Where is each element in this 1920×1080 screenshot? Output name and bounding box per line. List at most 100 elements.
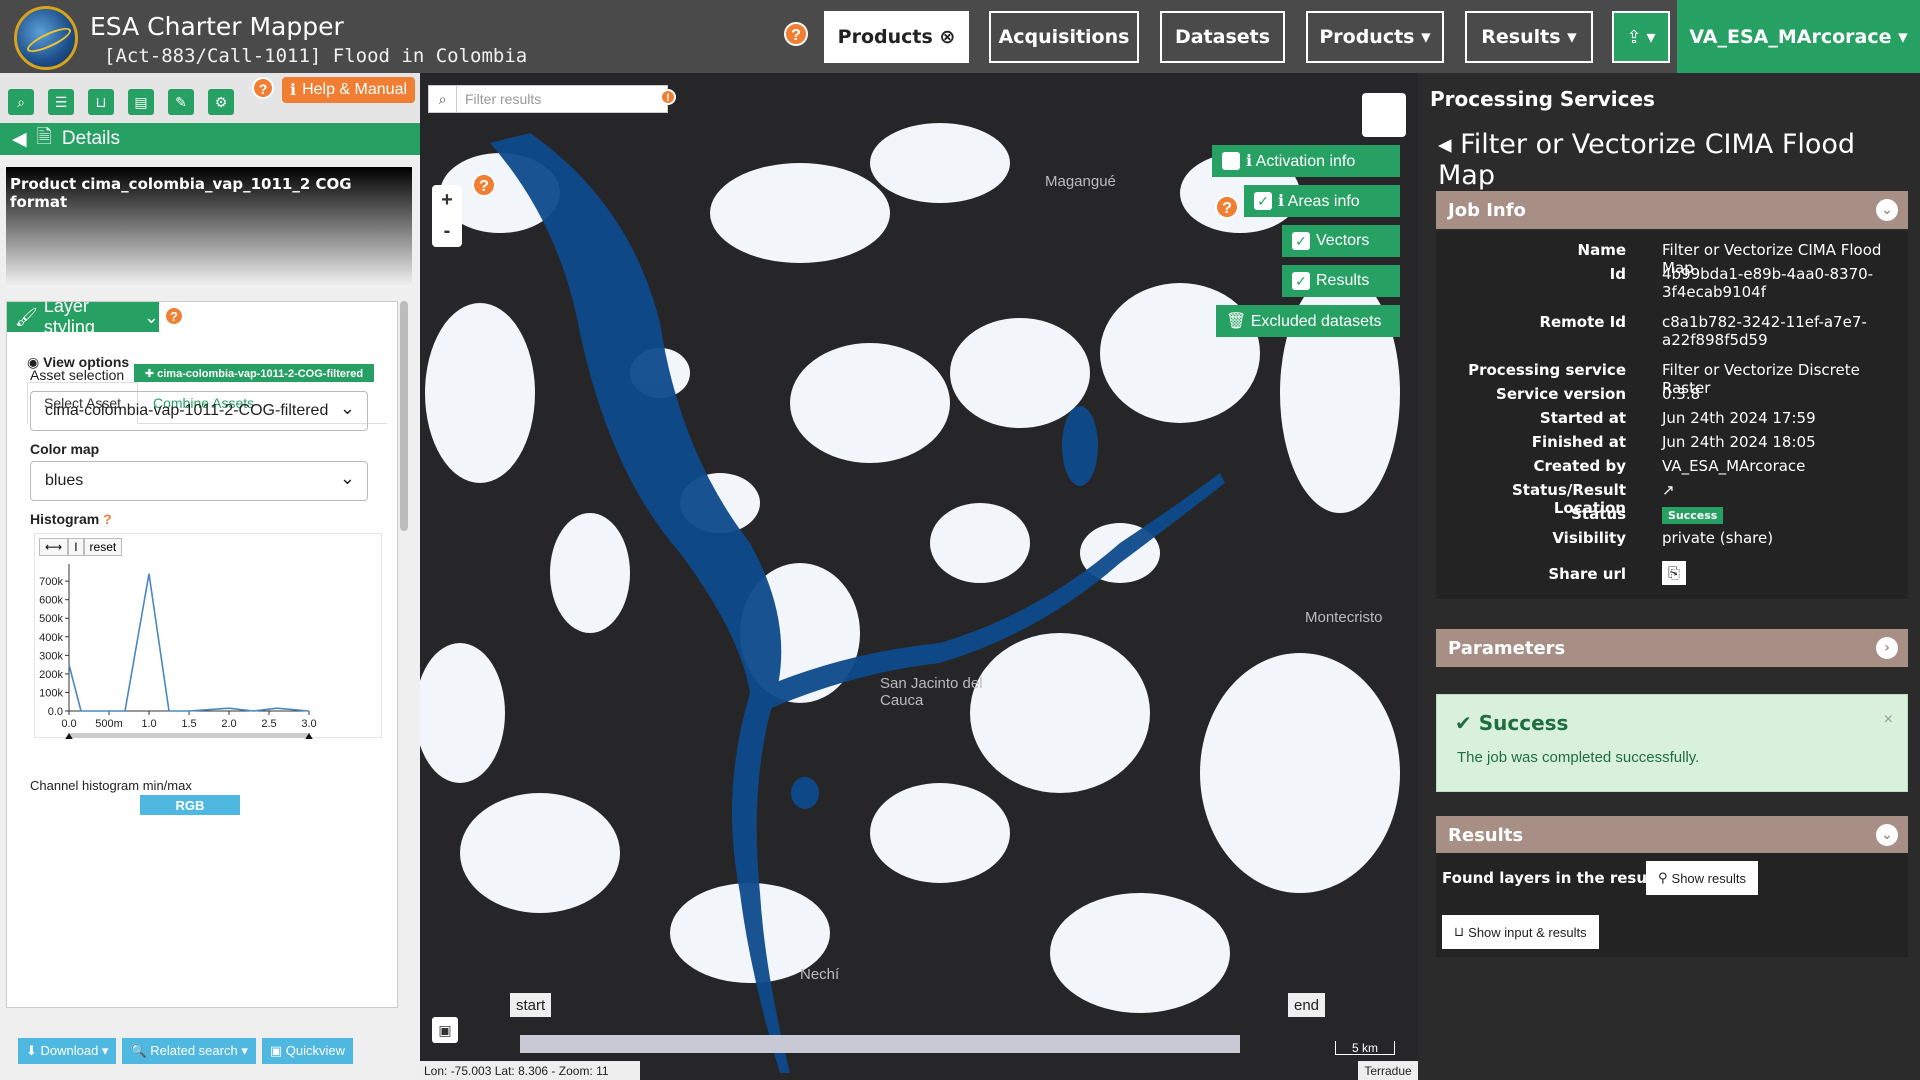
field-key: Share url bbox=[1548, 565, 1626, 583]
chevron-down-icon[interactable]: ⌄ bbox=[1876, 824, 1898, 846]
job-info-header[interactable]: Job Info ⌄ bbox=[1436, 191, 1908, 229]
zoom-in-button[interactable]: + bbox=[432, 185, 462, 216]
timeline-end[interactable]: end bbox=[1288, 993, 1326, 1017]
attribution: Terradue bbox=[1358, 1061, 1418, 1080]
field-value: 0.3.8 bbox=[1662, 385, 1701, 403]
results-header[interactable]: Results ⌄ bbox=[1436, 816, 1908, 854]
layers-icon[interactable] bbox=[1362, 93, 1406, 137]
y-tick-label: 200k bbox=[39, 669, 63, 681]
zoom-control: + - bbox=[432, 185, 462, 247]
x-tick-label: 1.0 bbox=[141, 718, 156, 730]
map-view[interactable]: ⌕ Filter results ! ? + - ℹ Activation in… bbox=[420, 73, 1418, 1080]
activation-info-button[interactable]: ℹ Activation info bbox=[1212, 145, 1400, 177]
rgb-channel[interactable]: RGB bbox=[140, 795, 240, 815]
chevron-left-icon[interactable]: ◀ bbox=[12, 128, 27, 151]
nav-acquisitions[interactable]: Acquisitions bbox=[989, 11, 1139, 63]
vectors-toggle[interactable]: ✓ Vectors bbox=[1282, 225, 1400, 257]
help-icon[interactable]: ? bbox=[472, 173, 496, 197]
help-icon[interactable]: ? bbox=[784, 22, 808, 46]
filter-results[interactable]: ⌕ Filter results bbox=[428, 85, 668, 113]
x-tick-label: 2.0 bbox=[221, 718, 236, 730]
x-tick-label: 1.5 bbox=[181, 718, 196, 730]
quickview-button[interactable]: ▣ Quickview bbox=[261, 1038, 353, 1064]
histogram-label: Histogram ? bbox=[30, 511, 112, 527]
help-icon[interactable]: ? bbox=[252, 77, 274, 99]
help-manual-button[interactable]: ℹ Help & Manual bbox=[282, 77, 416, 103]
pencil-icon[interactable]: ✎ bbox=[168, 89, 194, 115]
search-icon[interactable]: ⌕ bbox=[8, 89, 34, 115]
field-value: 4b99bda1-e89b-4aa0-8370-3f4ecab9104f bbox=[1662, 265, 1874, 301]
app-title: ESA Charter Mapper bbox=[90, 12, 344, 41]
download-button[interactable]: ⬇ Download ▾ bbox=[18, 1038, 117, 1064]
parameters-header[interactable]: Parameters › bbox=[1436, 629, 1908, 667]
x-tick-label: 0.0 bbox=[61, 718, 76, 730]
field-key: Service version bbox=[1496, 385, 1626, 403]
details-header[interactable]: ◀ 🗎 Details bbox=[0, 123, 420, 155]
help-icon: ? bbox=[103, 511, 112, 527]
chevron-down-icon[interactable]: ⌄ bbox=[1876, 199, 1898, 221]
field-key: Id bbox=[1609, 265, 1626, 283]
panel-scrollbar[interactable] bbox=[400, 301, 408, 531]
info-icon[interactable]: ! bbox=[660, 89, 676, 105]
map-marker-icon: ⚲ bbox=[1658, 870, 1668, 885]
areas-info-checkbox[interactable]: ✓ bbox=[1254, 192, 1272, 210]
user-menu[interactable]: VA_ESA_MArcorace ▾ bbox=[1677, 0, 1920, 73]
chevron-right-icon[interactable]: › bbox=[1876, 637, 1898, 659]
scale-bar: 5 km bbox=[1335, 1041, 1395, 1055]
x-tick-label: 2.5 bbox=[261, 718, 276, 730]
filter-results-input[interactable]: Filter results bbox=[457, 91, 541, 107]
activation-info-checkbox[interactable] bbox=[1222, 152, 1240, 170]
show-input-results-button[interactable]: ⊔ Show input & results bbox=[1442, 915, 1599, 949]
list-icon[interactable]: ☰ bbox=[48, 89, 74, 115]
vectors-checkbox[interactable]: ✓ bbox=[1292, 232, 1310, 250]
help-icon[interactable]: ? bbox=[164, 306, 184, 326]
success-alert: ✔ Success The job was completed successf… bbox=[1436, 694, 1908, 792]
found-layers-text: Found layers in the result. bbox=[1442, 869, 1666, 887]
gear-icon[interactable]: ⚙ bbox=[208, 89, 234, 115]
nav-products-dropdown[interactable]: Products ▾ bbox=[1306, 11, 1444, 63]
search-icon: ⌕ bbox=[429, 86, 457, 112]
show-results-button[interactable]: ⚲ Show results bbox=[1646, 861, 1758, 895]
results-checkbox[interactable]: ✓ bbox=[1292, 272, 1310, 290]
activation-title: [Act-883/Call-1011] Flood in Colombia bbox=[104, 45, 528, 67]
field-key: Name bbox=[1577, 241, 1626, 259]
close-icon[interactable]: × bbox=[1884, 711, 1893, 729]
nav-products-active[interactable]: Products ⊗ bbox=[824, 11, 969, 63]
field-key: Created by bbox=[1533, 457, 1626, 475]
chevron-down-icon: ⌄ bbox=[143, 306, 159, 327]
asset-select[interactable]: cima-colombia-vap-1011-2-COG-filtered bbox=[30, 391, 368, 431]
chevron-left-icon[interactable]: ◂ bbox=[1438, 129, 1460, 160]
results-toggle[interactable]: ✓ Results bbox=[1282, 265, 1400, 297]
success-title: ✔ Success bbox=[1455, 711, 1569, 735]
asset-badge[interactable]: ✚ cima-colombia-vap-1011-2-COG-filtered bbox=[134, 364, 374, 382]
range-slider bbox=[69, 733, 309, 738]
esa-charter-logo[interactable] bbox=[14, 6, 78, 70]
help-icon[interactable]: ? bbox=[1215, 195, 1239, 219]
brush-icon: 🖌 bbox=[15, 306, 38, 327]
copy-icon[interactable]: ⎘ bbox=[1662, 561, 1902, 585]
related-search-button[interactable]: 🔍 Related search ▾ bbox=[122, 1038, 256, 1064]
timeline-toggle-icon[interactable]: ▣ bbox=[432, 1017, 458, 1043]
x-tick-label: 3.0 bbox=[301, 718, 316, 730]
color-map-select[interactable]: blues bbox=[30, 461, 368, 501]
nav-datasets[interactable]: Datasets bbox=[1160, 11, 1285, 63]
nav-results-dropdown[interactable]: Results ▾ bbox=[1465, 11, 1593, 63]
timeline-slider[interactable] bbox=[520, 1035, 1240, 1053]
layer-styling-header[interactable]: 🖌 Layer styling ⌄ bbox=[7, 302, 159, 337]
y-tick-label: 400k bbox=[39, 632, 63, 644]
product-title: Product cima_colombia_vap_1011_2 COG for… bbox=[6, 167, 412, 287]
basket-icon[interactable]: ⊔ bbox=[88, 89, 114, 115]
upload-dropdown[interactable]: ⇪ ▾ bbox=[1612, 11, 1670, 63]
visibility-value[interactable]: private (share) bbox=[1662, 529, 1902, 547]
coordinates-readout: Lon: -75.003 Lat: 8.306 - Zoom: 11 bbox=[420, 1061, 640, 1080]
basket-icon: ⊔ bbox=[1454, 924, 1465, 939]
archive-icon[interactable]: ▤ bbox=[128, 89, 154, 115]
place-label: San Jacinto del Cauca bbox=[880, 675, 983, 709]
y-tick-label: 300k bbox=[39, 650, 63, 662]
excluded-datasets-button[interactable]: 🗑 Excluded datasets bbox=[1216, 305, 1400, 337]
external-link-icon[interactable]: ↗ bbox=[1662, 481, 1902, 499]
zoom-out-button[interactable]: - bbox=[432, 216, 462, 247]
areas-info-button[interactable]: ✓ ℹ Areas info bbox=[1244, 185, 1400, 217]
place-label: Magangué bbox=[1045, 173, 1116, 190]
timeline-start[interactable]: start bbox=[510, 993, 552, 1017]
